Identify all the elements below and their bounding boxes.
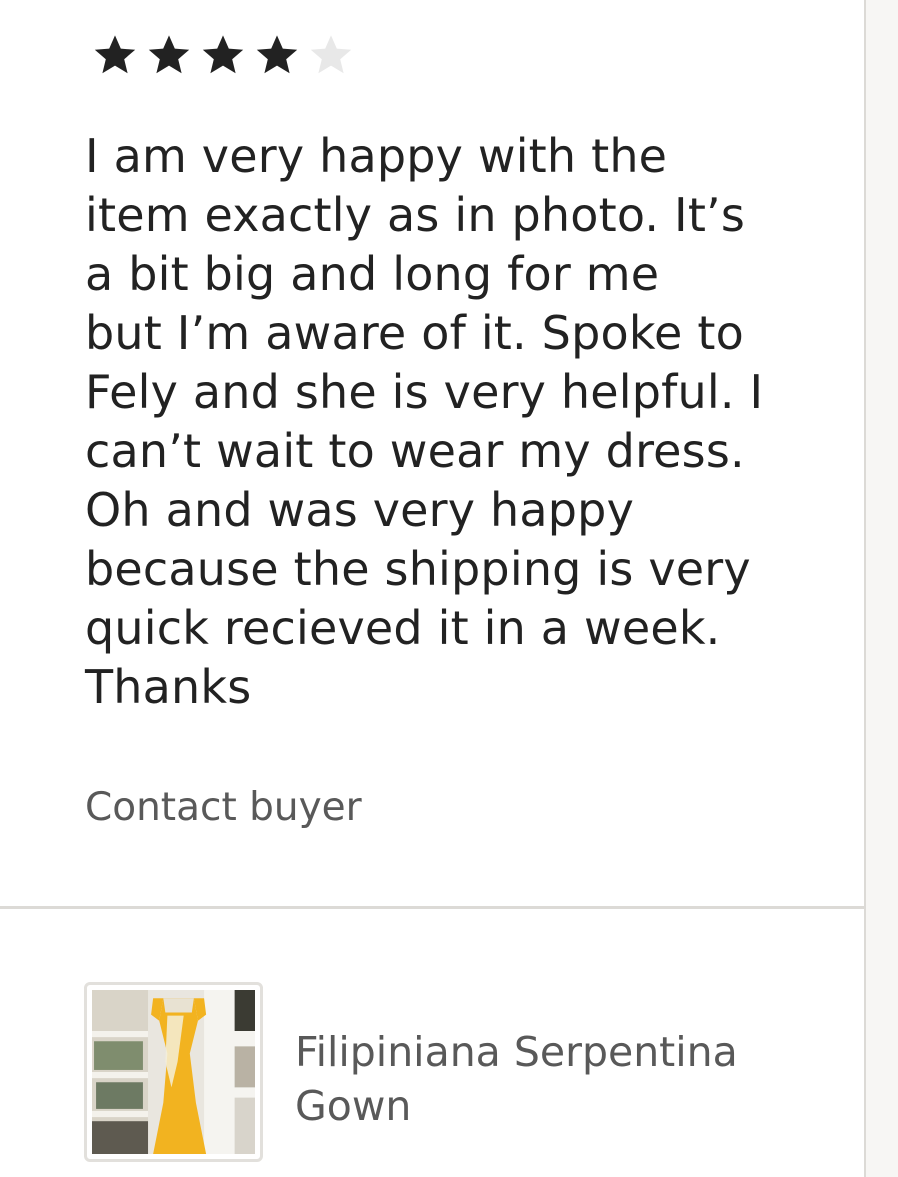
star-filled-icon	[202, 35, 244, 74]
star-empty-icon	[310, 35, 352, 74]
item-thumbnail[interactable]	[84, 982, 263, 1162]
star-filled-icon	[148, 35, 190, 74]
star-rating	[90, 31, 356, 79]
divider	[0, 906, 864, 909]
review-card: I am very happy with the item exactly as…	[0, 0, 864, 1177]
star-filled-icon	[94, 35, 136, 74]
dress-photo	[92, 990, 255, 1154]
item-title-link[interactable]: Filipiniana Serpentina Gown	[295, 1025, 835, 1133]
contact-buyer-link[interactable]: Contact buyer	[85, 782, 362, 834]
right-gutter	[864, 0, 898, 1177]
star-filled-icon	[256, 35, 298, 74]
review-text: I am very happy with the item exactly as…	[85, 129, 764, 714]
